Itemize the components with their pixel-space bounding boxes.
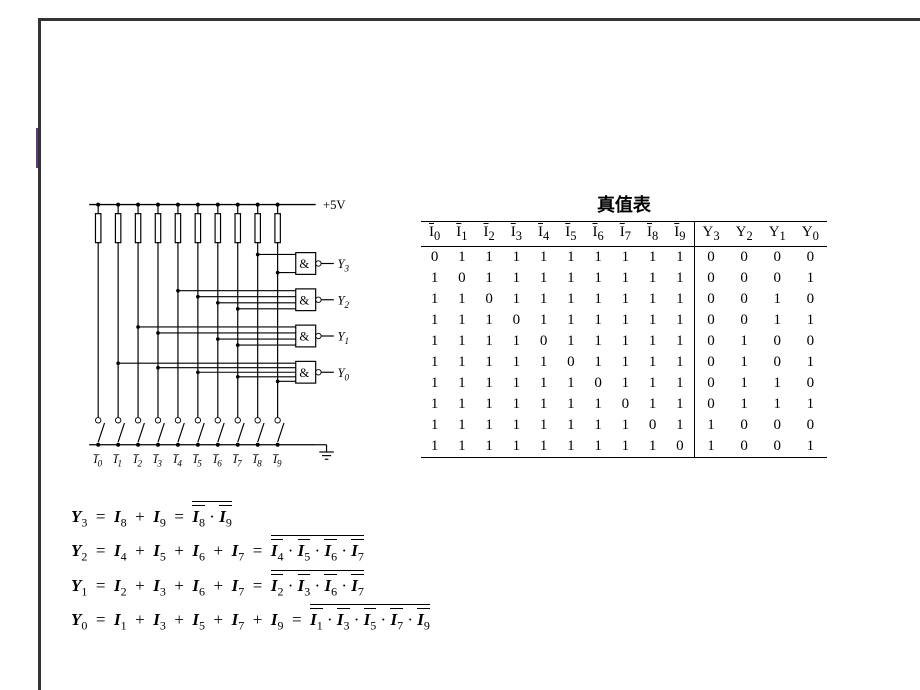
- svg-text:I̅8: I̅8: [252, 453, 262, 469]
- svg-text:Y2: Y2: [337, 293, 349, 310]
- svg-text:&: &: [299, 366, 309, 380]
- circuit-diagram: +5V & Y3 & Y2 & Y1 & Y0 I̅0 I̅1 I̅2 I̅3 I̅4 I̅5 I̅6 I̅…: [71, 191, 361, 490]
- svg-text:I̅2: I̅2: [133, 453, 143, 469]
- truth-table: I0I1I2I3I4I5I6I7I8I9Y3Y2Y1Y0 01111111110…: [421, 221, 827, 458]
- truth-table-section: 真值表 I0I1I2I3I4I5I6I7I8I9Y3Y2Y1Y0 0111111…: [421, 191, 827, 458]
- svg-text:I̅5: I̅5: [192, 453, 202, 469]
- svg-text:&: &: [299, 330, 309, 344]
- svg-text:I̅9: I̅9: [272, 453, 282, 469]
- content-border: +5V & Y3 & Y2 & Y1 & Y0 I̅0 I̅1 I̅2 I̅3 I̅4 I̅5 I̅6 I̅…: [38, 18, 920, 690]
- svg-text:&: &: [299, 293, 309, 307]
- svg-text:Y0: Y0: [337, 366, 349, 383]
- svg-text:I̅7: I̅7: [232, 453, 242, 469]
- truth-table-title: 真值表: [421, 191, 827, 217]
- svg-text:&: &: [299, 257, 309, 271]
- svg-text:I̅3: I̅3: [152, 453, 162, 469]
- svg-text:+5V: +5V: [323, 198, 346, 212]
- svg-text:I̅0: I̅0: [93, 453, 103, 469]
- svg-text:I̅6: I̅6: [212, 453, 222, 469]
- boolean-equations: Y3 = I8 + I9 = I8 · I9Y2 = I4 + I5 + I6 …: [71, 500, 900, 638]
- svg-text:I̅4: I̅4: [172, 453, 182, 469]
- svg-text:Y3: Y3: [337, 257, 349, 274]
- svg-text:I̅1: I̅1: [113, 453, 122, 469]
- svg-text:Y1: Y1: [337, 330, 349, 347]
